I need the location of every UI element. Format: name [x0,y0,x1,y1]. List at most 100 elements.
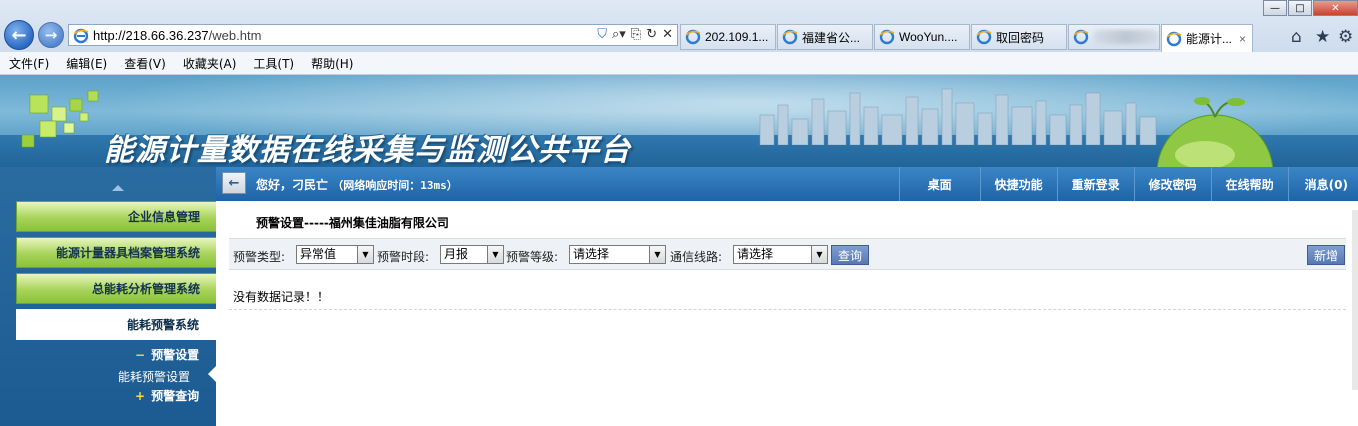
minimize-button[interactable]: — [1263,0,1287,16]
nav-messages[interactable]: 消息(0) [1287,167,1358,201]
tab-label: 能源计... [1186,32,1233,46]
add-button[interactable]: 新增 [1307,245,1345,265]
browser-menubar: 文件(F) 编辑(E) 查看(V) 收藏夹(A) 工具(T) 帮助(H) [0,52,1358,75]
response-time: （网络响应时间：13ms） [332,179,458,192]
warning-type-select[interactable]: 异常值 ▼ [296,245,374,264]
submenu-warning-settings[interactable]: − 预警设置 [135,346,199,363]
nav-desktop[interactable]: 桌面 [898,167,980,201]
menu-favorites[interactable]: 收藏夹(A) [183,55,237,72]
forward-button[interactable]: → [38,22,64,48]
sidebar-item-energy-warning[interactable]: 能耗预警系统 [16,309,216,340]
menu-tools[interactable]: 工具(T) [253,55,294,72]
browser-chrome: — □ ✕ ← → http://218.66.36.237/web.htm ⛉… [0,0,1358,52]
address-url: http://218.66.36.237/web.htm [93,28,261,43]
compat-icon[interactable]: ⛉ [597,27,607,42]
nav-change-password[interactable]: 修改密码 [1133,167,1211,201]
sidebar-item-label: 企业信息管理 [127,210,200,224]
nav-shortcuts[interactable]: 快捷功能 [979,167,1057,201]
menu-file[interactable]: 文件(F) [9,55,49,72]
greeting-text: 您好，刁民亡 [256,178,329,192]
close-window-button[interactable]: ✕ [1313,0,1358,16]
address-tools: ⛉ ⌕▾ ⎘ ↻ ✕ [597,27,673,42]
stop-icon[interactable]: ✕ [662,27,673,42]
page-title: 预警设置-----福州集佳油脂有限公司 [256,216,449,230]
city-skyline-graphic [759,88,1157,145]
sidebar-toggle-button[interactable]: ← [222,172,246,194]
submenu-warning-query[interactable]: + 预警查询 [135,387,199,404]
address-bar[interactable]: http://218.66.36.237/web.htm ⛉ ⌕▾ ⎘ ↻ ✕ [68,24,678,46]
favorites-star-icon[interactable]: ★ [1315,27,1330,47]
compat-view-icon[interactable]: ⎘ [631,27,641,42]
tab-label: 取回密码 [996,30,1045,45]
site-title: 能源计量数据在线采集与监测公共平台 [104,133,631,167]
tab-label: 202.109.1... [705,30,769,44]
warning-level-select[interactable]: 请选择 ▼ [569,245,666,264]
redacted-tab-label [1093,30,1159,44]
submenu-leaf-energy-warning-settings[interactable]: 能耗预警设置 [118,368,190,385]
url-path: /web.htm [208,28,262,43]
browser-tab[interactable]: WooYun.... [874,24,970,50]
select-value: 请选择 [737,247,774,261]
filter-bar: 预警类型: 异常值 ▼ 预警时段: 月报 ▼ 预警等级: 请选择 ▼ 通信线路:… [229,238,1346,270]
browser-tab[interactable]: 福建省公... [777,24,873,50]
submenu-label: 预警设置 [151,348,200,362]
sidebar-item-energy-analysis[interactable]: 总能耗分析管理系统 [16,273,216,304]
warning-type-label: 预警类型: [233,250,286,264]
comm-line-select[interactable]: 请选择 ▼ [733,245,828,264]
url-host: http://218.66.36.237 [93,28,209,43]
ie-icon [73,28,89,44]
browser-tab-active[interactable]: 能源计... × [1161,24,1253,52]
sidebar-item-label: 能源计量器具档案管理系统 [55,246,200,260]
home-icon[interactable]: ⌂ [1291,27,1302,47]
chevron-down-icon: ▼ [649,246,665,263]
select-value: 月报 [444,247,469,261]
maximize-button[interactable]: □ [1288,0,1312,16]
menu-edit[interactable]: 编辑(E) [66,55,107,72]
active-pointer-icon [208,366,216,382]
refresh-icon[interactable]: ↻ [646,27,657,42]
top-nav: 桌面 快捷功能 重新登录 修改密码 在线帮助 消息(0) [898,167,1358,201]
empty-state-message: 没有数据记录！！ [233,290,330,304]
warning-period-label: 预警时段: [377,250,430,264]
tab-close-icon[interactable]: × [1239,32,1246,46]
tab-label: WooYun.... [899,30,958,44]
warning-period-select[interactable]: 月报 ▼ [440,245,504,264]
menu-view[interactable]: 查看(V) [124,55,166,72]
collapse-minus-icon: − [135,348,146,362]
back-button[interactable]: ← [4,20,34,50]
chevron-down-icon: ▼ [487,246,503,263]
sidebar-item-label: 总能耗分析管理系统 [91,282,200,296]
expand-plus-icon: + [135,389,146,403]
nav-relogin[interactable]: 重新登录 [1056,167,1134,201]
page-scrollbar[interactable] [1352,210,1358,390]
tab-label: 福建省公... [802,30,861,45]
ie-icon [976,29,992,45]
warning-level-label: 预警等级: [506,250,559,264]
sidebar-item-company-info[interactable]: 企业信息管理 [16,201,216,232]
sidebar-item-label: 能耗预警系统 [126,318,199,332]
browser-tab[interactable]: 取回密码 [971,24,1067,50]
settings-gear-icon[interactable]: ⚙ [1338,27,1353,47]
chevron-down-icon: ▼ [811,246,827,263]
ie-icon [1166,31,1182,46]
ie-icon [782,29,798,45]
sidebar-arrow-icon [112,185,124,191]
menu-help[interactable]: 帮助(H) [311,55,353,72]
query-button[interactable]: 查询 [831,245,869,265]
sidebar-item-meter-archive[interactable]: 能源计量器具档案管理系统 [16,237,216,268]
select-value: 请选择 [573,247,610,261]
comm-line-label: 通信线路: [670,250,723,264]
nav-online-help[interactable]: 在线帮助 [1210,167,1288,201]
browser-tab[interactable] [1068,24,1160,50]
top-status-bar: ← 您好，刁民亡 （网络响应时间：13ms） 桌面 快捷功能 重新登录 修改密码… [216,167,1358,201]
search-icon[interactable]: ⌕▾ [612,27,626,42]
ie-icon [685,29,701,45]
site-banner: 能源计量数据在线采集与监测公共平台 [0,75,1358,167]
ie-icon [1073,29,1089,45]
select-value: 异常值 [300,247,337,261]
submenu-label: 预警查询 [151,389,200,403]
green-globe-graphic [1156,97,1274,167]
main-content: 预警设置-----福州集佳油脂有限公司 预警类型: 异常值 ▼ 预警时段: 月报… [216,201,1358,426]
ie-icon [879,29,895,45]
browser-tab[interactable]: 202.109.1... [680,24,776,50]
